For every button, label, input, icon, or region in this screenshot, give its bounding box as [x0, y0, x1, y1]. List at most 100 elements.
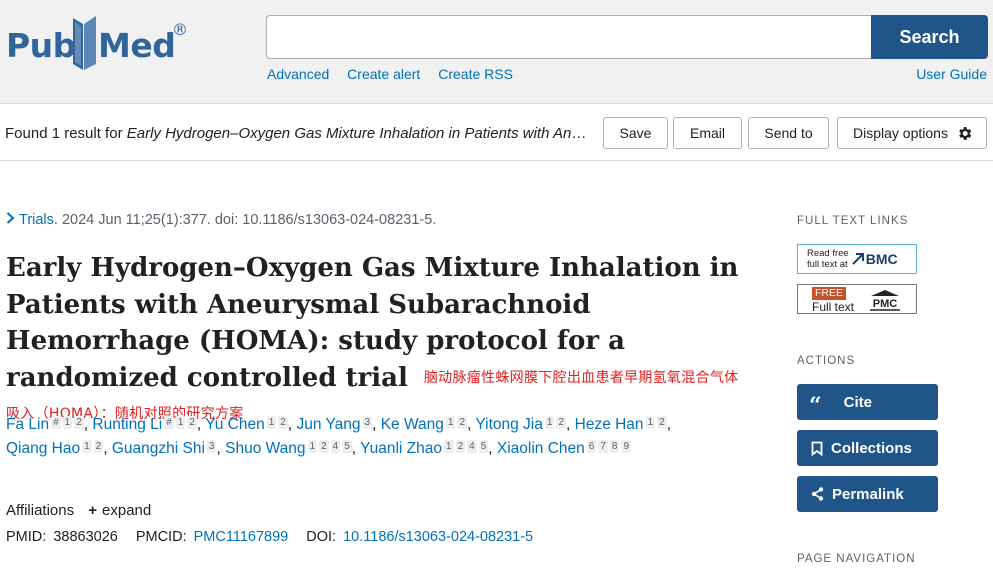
- affiliation-ref[interactable]: 7: [598, 440, 608, 453]
- affiliation-ref[interactable]: #: [164, 416, 174, 429]
- author-link[interactable]: Xiaolin Chen: [497, 440, 585, 457]
- author-separator: ,: [372, 416, 381, 433]
- author-link[interactable]: Shuo Wang: [225, 440, 305, 457]
- pmid-value: 38863026: [53, 529, 118, 545]
- author-separator: ,: [488, 440, 497, 457]
- affiliation-ref[interactable]: #: [51, 416, 61, 429]
- affiliation-ref[interactable]: 2: [278, 416, 288, 429]
- save-button[interactable]: Save: [603, 117, 668, 149]
- affiliation-ref[interactable]: 1: [266, 416, 277, 429]
- affiliation-ref[interactable]: 1: [175, 416, 186, 429]
- authors-list: Fa Lin #1 2, Runting Li #1 2, Yu Chen 1 2, Jun…: [6, 413, 676, 461]
- author-separator: ,: [566, 416, 575, 433]
- logo-pub-text: Pub: [6, 26, 76, 65]
- affiliation-ref[interactable]: 2: [657, 416, 667, 429]
- pubmed-logo[interactable]: Pub Med ®: [6, 12, 196, 72]
- pmc-full-text-label: Full text: [812, 300, 855, 314]
- author-separator: ,: [351, 440, 361, 457]
- pmcid-link[interactable]: PMC11167899: [194, 529, 289, 545]
- affiliation-ref[interactable]: 5: [478, 440, 489, 453]
- affiliation-ref[interactable]: 1: [445, 416, 456, 429]
- logo-med-text: Med: [98, 26, 176, 65]
- full-text-links-heading: FULL TEXT LINKS: [797, 215, 909, 227]
- expand-affiliations-button[interactable]: + expand: [88, 502, 151, 519]
- affiliation-ref[interactable]: 1: [62, 416, 73, 429]
- cite-label: Cite: [843, 393, 872, 411]
- affiliation-ref[interactable]: 2: [455, 440, 466, 453]
- collections-button[interactable]: Collections: [797, 430, 938, 466]
- affiliation-ref[interactable]: 1: [444, 440, 454, 453]
- book-icon: [73, 16, 96, 70]
- email-button[interactable]: Email: [673, 117, 742, 149]
- affiliation-ref[interactable]: 6: [586, 440, 597, 453]
- search-input[interactable]: [266, 15, 872, 59]
- affiliation-ref[interactable]: 4: [330, 440, 341, 453]
- advanced-link[interactable]: Advanced: [267, 66, 329, 82]
- create-alert-link[interactable]: Create alert: [347, 66, 420, 82]
- doi-link[interactable]: 10.1186/s13063-024-08231-5: [343, 529, 533, 545]
- send-to-button[interactable]: Send to: [748, 117, 829, 149]
- bmc-full-text-link[interactable]: Read free full text at BMC: [797, 244, 917, 274]
- display-options-label: Display options: [853, 125, 948, 141]
- affiliation-ref[interactable]: 2: [187, 416, 197, 429]
- affiliation-ref[interactable]: 3: [362, 416, 373, 429]
- author-separator: ,: [666, 416, 671, 433]
- pmc-full-text-link[interactable]: FREE Full text PMC: [797, 284, 917, 314]
- permalink-label: Permalink: [832, 485, 904, 503]
- site-header: Pub Med ® Search Advanced Create alert C…: [0, 0, 993, 104]
- found-result-text: Found 1 result for Early Hydrogen–Oxygen…: [5, 125, 593, 142]
- affiliation-ref[interactable]: 1: [82, 440, 92, 453]
- affiliation-ref[interactable]: 1: [645, 416, 656, 429]
- affiliation-ref[interactable]: 4: [467, 440, 477, 453]
- quote-icon: “: [809, 393, 822, 419]
- affiliation-ref[interactable]: 2: [93, 440, 104, 453]
- affiliations-row: Affiliations + expand: [6, 502, 151, 519]
- affiliation-ref[interactable]: 2: [74, 416, 84, 429]
- article-title: Early Hydrogen–Oxygen Gas Mixture Inhala…: [6, 250, 746, 433]
- pmc-free-badge: FREE: [812, 287, 847, 300]
- collections-label: Collections: [831, 439, 912, 457]
- registered-mark: ®: [172, 20, 188, 39]
- chevron-right-icon[interactable]: [6, 212, 15, 228]
- citation-details: 2024 Jun 11;25(1):377. doi: 10.1186/s130…: [57, 212, 437, 228]
- affiliation-ref[interactable]: 5: [342, 440, 352, 453]
- affiliation-ref[interactable]: 2: [457, 416, 468, 429]
- doi-label: DOI:: [306, 529, 337, 545]
- author-link[interactable]: Yu Chen: [205, 416, 264, 433]
- found-query: Early Hydrogen–Oxygen Gas Mixture Inhala…: [126, 125, 593, 142]
- author-link[interactable]: Yuanli Zhao: [360, 440, 442, 457]
- search-sublinks: Advanced Create alert Create RSS: [267, 66, 527, 82]
- cite-button[interactable]: “ Cite: [797, 384, 938, 420]
- page-navigation-heading: PAGE NAVIGATION: [797, 553, 916, 565]
- actions-heading: ACTIONS: [797, 355, 856, 367]
- display-options-button[interactable]: Display options: [837, 117, 987, 149]
- plus-icon: +: [88, 502, 98, 519]
- author-link[interactable]: Jun Yang: [296, 416, 360, 433]
- bookmark-icon: [811, 441, 823, 456]
- author-separator: ,: [103, 440, 112, 457]
- journal-citation: Trials. 2024 Jun 11;25(1):377. doi: 10.1…: [6, 212, 436, 228]
- author-link[interactable]: Guangzhi Shi: [112, 440, 205, 457]
- journal-name-link[interactable]: Trials.: [19, 212, 58, 228]
- gear-icon: [956, 125, 973, 142]
- bmc-line1: Read free: [807, 248, 849, 259]
- user-guide-link[interactable]: User Guide: [916, 66, 987, 82]
- affiliation-ref[interactable]: 2: [556, 416, 566, 429]
- author-link[interactable]: Yitong Jia: [475, 416, 543, 433]
- search-button[interactable]: Search: [871, 15, 988, 59]
- author-link[interactable]: Ke Wang: [381, 416, 444, 433]
- affiliation-ref[interactable]: 1: [544, 416, 555, 429]
- author-link[interactable]: Qiang Hao: [6, 440, 80, 457]
- found-prefix: Found 1 result for: [5, 125, 127, 142]
- affiliation-ref[interactable]: 9: [621, 440, 632, 453]
- pmc-logo-icon: PMC: [870, 290, 900, 311]
- affiliation-ref[interactable]: 1: [307, 440, 318, 453]
- author-link[interactable]: Heze Han: [575, 416, 644, 433]
- affiliation-ref[interactable]: 2: [319, 440, 329, 453]
- author-link[interactable]: Runting Li: [92, 416, 162, 433]
- expand-label: expand: [102, 502, 152, 519]
- permalink-button[interactable]: Permalink: [797, 476, 938, 512]
- affiliation-ref[interactable]: 8: [609, 440, 620, 453]
- create-rss-link[interactable]: Create RSS: [438, 66, 513, 82]
- author-link[interactable]: Fa Lin: [6, 416, 49, 433]
